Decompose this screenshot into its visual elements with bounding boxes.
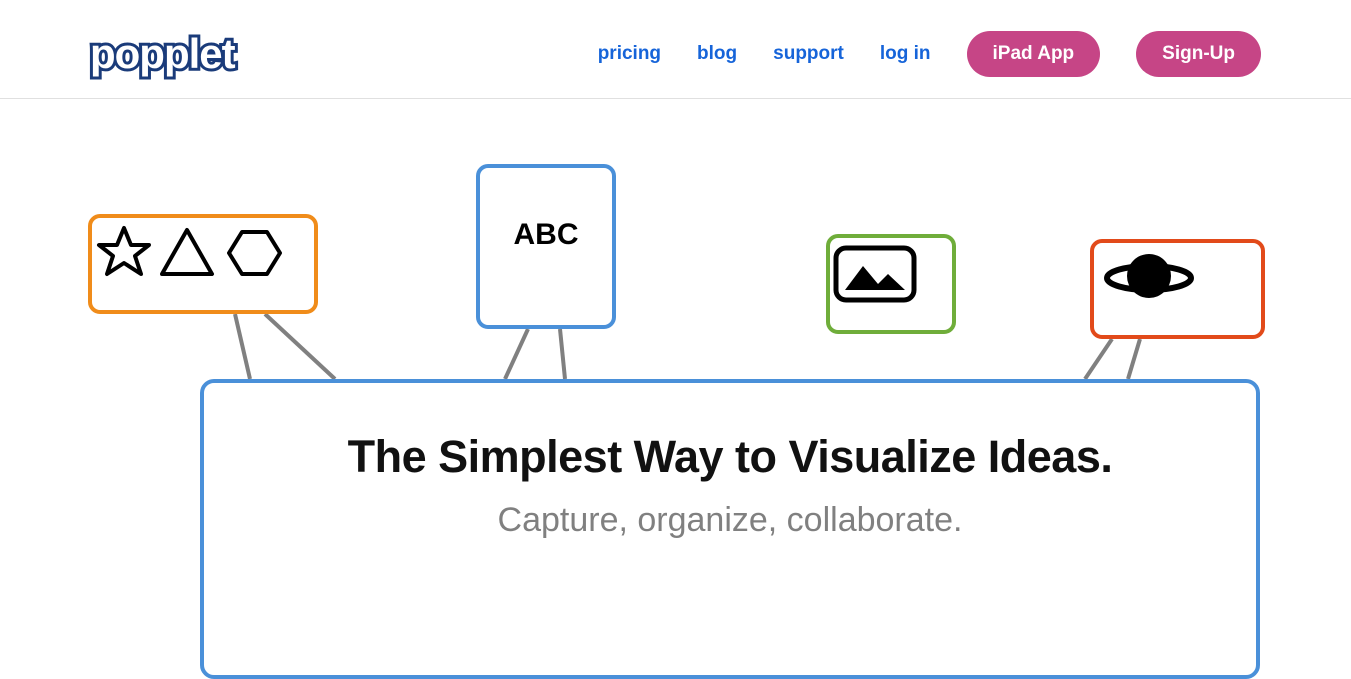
site-header: popplet popplet pricing blog support log…	[0, 0, 1351, 99]
nav-login[interactable]: log in	[880, 43, 931, 65]
hero-subline: Capture, organize, collaborate.	[204, 501, 1256, 540]
image-icon	[830, 238, 920, 308]
hero-headline: The Simplest Way to Visualize Ideas.	[204, 431, 1256, 483]
abc-icon: ABC	[514, 218, 579, 252]
nav-blog[interactable]: blog	[697, 43, 737, 65]
ipad-app-button[interactable]: iPad App	[967, 31, 1101, 77]
feature-card-shapes	[88, 214, 318, 314]
signup-button[interactable]: Sign-Up	[1136, 31, 1261, 77]
logo[interactable]: popplet popplet	[90, 30, 235, 78]
planet-icon	[1094, 243, 1204, 313]
hero-main-card: The Simplest Way to Visualize Ideas. Cap…	[200, 379, 1260, 679]
shapes-icon	[92, 218, 292, 288]
feature-card-image	[826, 234, 956, 334]
nav-pricing[interactable]: pricing	[598, 43, 661, 65]
feature-card-drawing	[1090, 239, 1265, 339]
nav-support[interactable]: support	[773, 43, 844, 65]
feature-card-text: ABC	[476, 164, 616, 329]
main-nav: pricing blog support log in iPad App Sig…	[598, 31, 1261, 77]
hero-section: ABC The Simplest Way to Visualize Ideas.…	[0, 99, 1351, 579]
